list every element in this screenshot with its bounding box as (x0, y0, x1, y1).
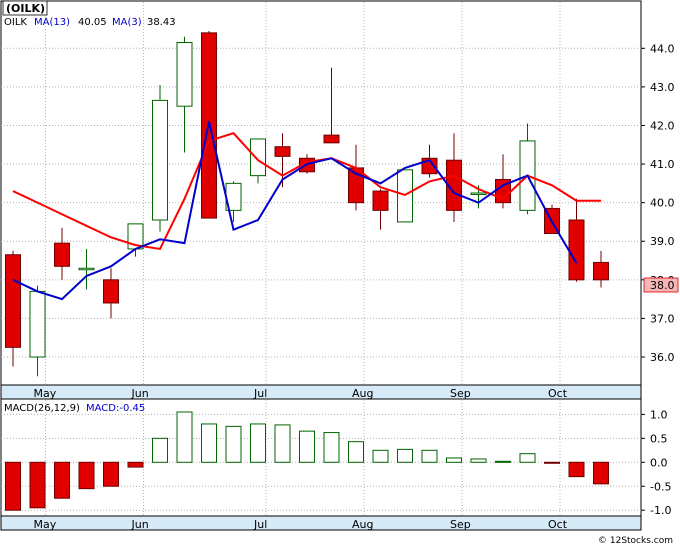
candle-body (152, 99, 168, 221)
month-label: May (34, 518, 57, 531)
macd-bar (274, 424, 291, 463)
macd-bar (250, 423, 266, 463)
candle-body (568, 219, 585, 281)
price-date-band (0, 384, 642, 400)
macd-bar (127, 461, 144, 468)
macd-bar (519, 453, 536, 463)
macd-bar (323, 432, 340, 463)
month-label: Jul (253, 518, 267, 531)
macd-tick-label: 1.0 (650, 408, 668, 421)
price-axis-ticks: 36.0 37.0 38.0 39.0 40.0 41.0 42.0 43.0 44.0 (641, 42, 675, 364)
macd-bar (544, 461, 560, 464)
price-tick-label: 42.0 (650, 119, 675, 132)
macd-bar (397, 448, 413, 463)
month-label: Oct (548, 518, 568, 531)
price-tick-label: 36.0 (650, 351, 675, 364)
ticker-title: (OILK) (6, 2, 45, 15)
month-label: Jun (131, 387, 149, 400)
macd-bar (225, 425, 242, 463)
price-panel-frame (0, 0, 642, 386)
month-label: Sep (450, 518, 471, 531)
candle-body (54, 242, 70, 267)
candle-body (323, 134, 340, 144)
macd-bar (54, 461, 70, 499)
legend-ma13-label: MA(13) (34, 17, 70, 28)
legend-ma3-value: 38.43 (147, 17, 176, 28)
candle-body (250, 138, 266, 177)
macd-bar (299, 430, 315, 463)
month-label: Oct (548, 387, 568, 400)
price-tick-label: 40.0 (650, 197, 675, 210)
macd-value: MACD:-0.45 (86, 403, 145, 414)
macd-bar (568, 461, 585, 478)
macd-bar (103, 461, 119, 487)
candle-body (103, 279, 119, 304)
macd-bar (348, 441, 364, 463)
macd-tick-label: 0.5 (650, 432, 668, 445)
month-label: Aug (352, 387, 373, 400)
candle-body (5, 254, 21, 348)
legend-ma3-label: MA(3) (112, 17, 142, 28)
month-label: Jun (131, 518, 149, 531)
price-tick-label: 37.0 (650, 312, 675, 325)
macd-bar (201, 423, 217, 463)
candle-body (29, 290, 46, 358)
macd-date-band (0, 515, 642, 531)
candle-body (372, 190, 389, 211)
candle-body (593, 261, 609, 281)
macd-bar (372, 449, 389, 463)
month-label: Sep (450, 387, 471, 400)
candle-body (274, 146, 291, 157)
legend-ma13-value: 40.05 (78, 17, 107, 28)
macd-bar (78, 461, 95, 490)
macd-bar (593, 461, 609, 485)
macd-bar (152, 437, 168, 463)
macd-axis-ticks: -1.0 -0.5 0.0 0.5 1.0 (641, 408, 671, 517)
macd-tick-label: 0.0 (650, 456, 668, 469)
month-label: Aug (352, 518, 373, 531)
macd-bar (495, 460, 511, 463)
macd-bar (29, 461, 46, 509)
price-tick-label: 39.0 (650, 235, 675, 248)
macd-bar (421, 449, 438, 463)
candle-body (176, 42, 193, 107)
month-label: May (34, 387, 57, 400)
macd-bar (446, 457, 462, 463)
watermark: © 12Stocks.com (598, 536, 673, 546)
macd-title: MACD(26,12,9) (4, 403, 80, 414)
last-price-label: 38.0 (650, 279, 675, 292)
macd-tick-label: -0.5 (650, 480, 671, 493)
price-tick-label: 43.0 (650, 81, 675, 94)
macd-bar (176, 411, 193, 463)
macd-panel-frame (0, 398, 642, 517)
candle-body (470, 192, 487, 195)
macd-bar (470, 458, 487, 463)
month-label: Jul (253, 387, 267, 400)
legend-ticker: OILK (4, 17, 27, 28)
macd-tick-label: -1.0 (650, 504, 671, 517)
macd-bar (5, 461, 21, 511)
stock-chart: 36.0 37.0 38.0 39.0 40.0 41.0 42.0 43.0 44.0 -1.… (0, 0, 679, 546)
candle-body (78, 267, 95, 271)
price-tick-label: 41.0 (650, 158, 675, 171)
price-tick-label: 44.0 (650, 42, 675, 55)
